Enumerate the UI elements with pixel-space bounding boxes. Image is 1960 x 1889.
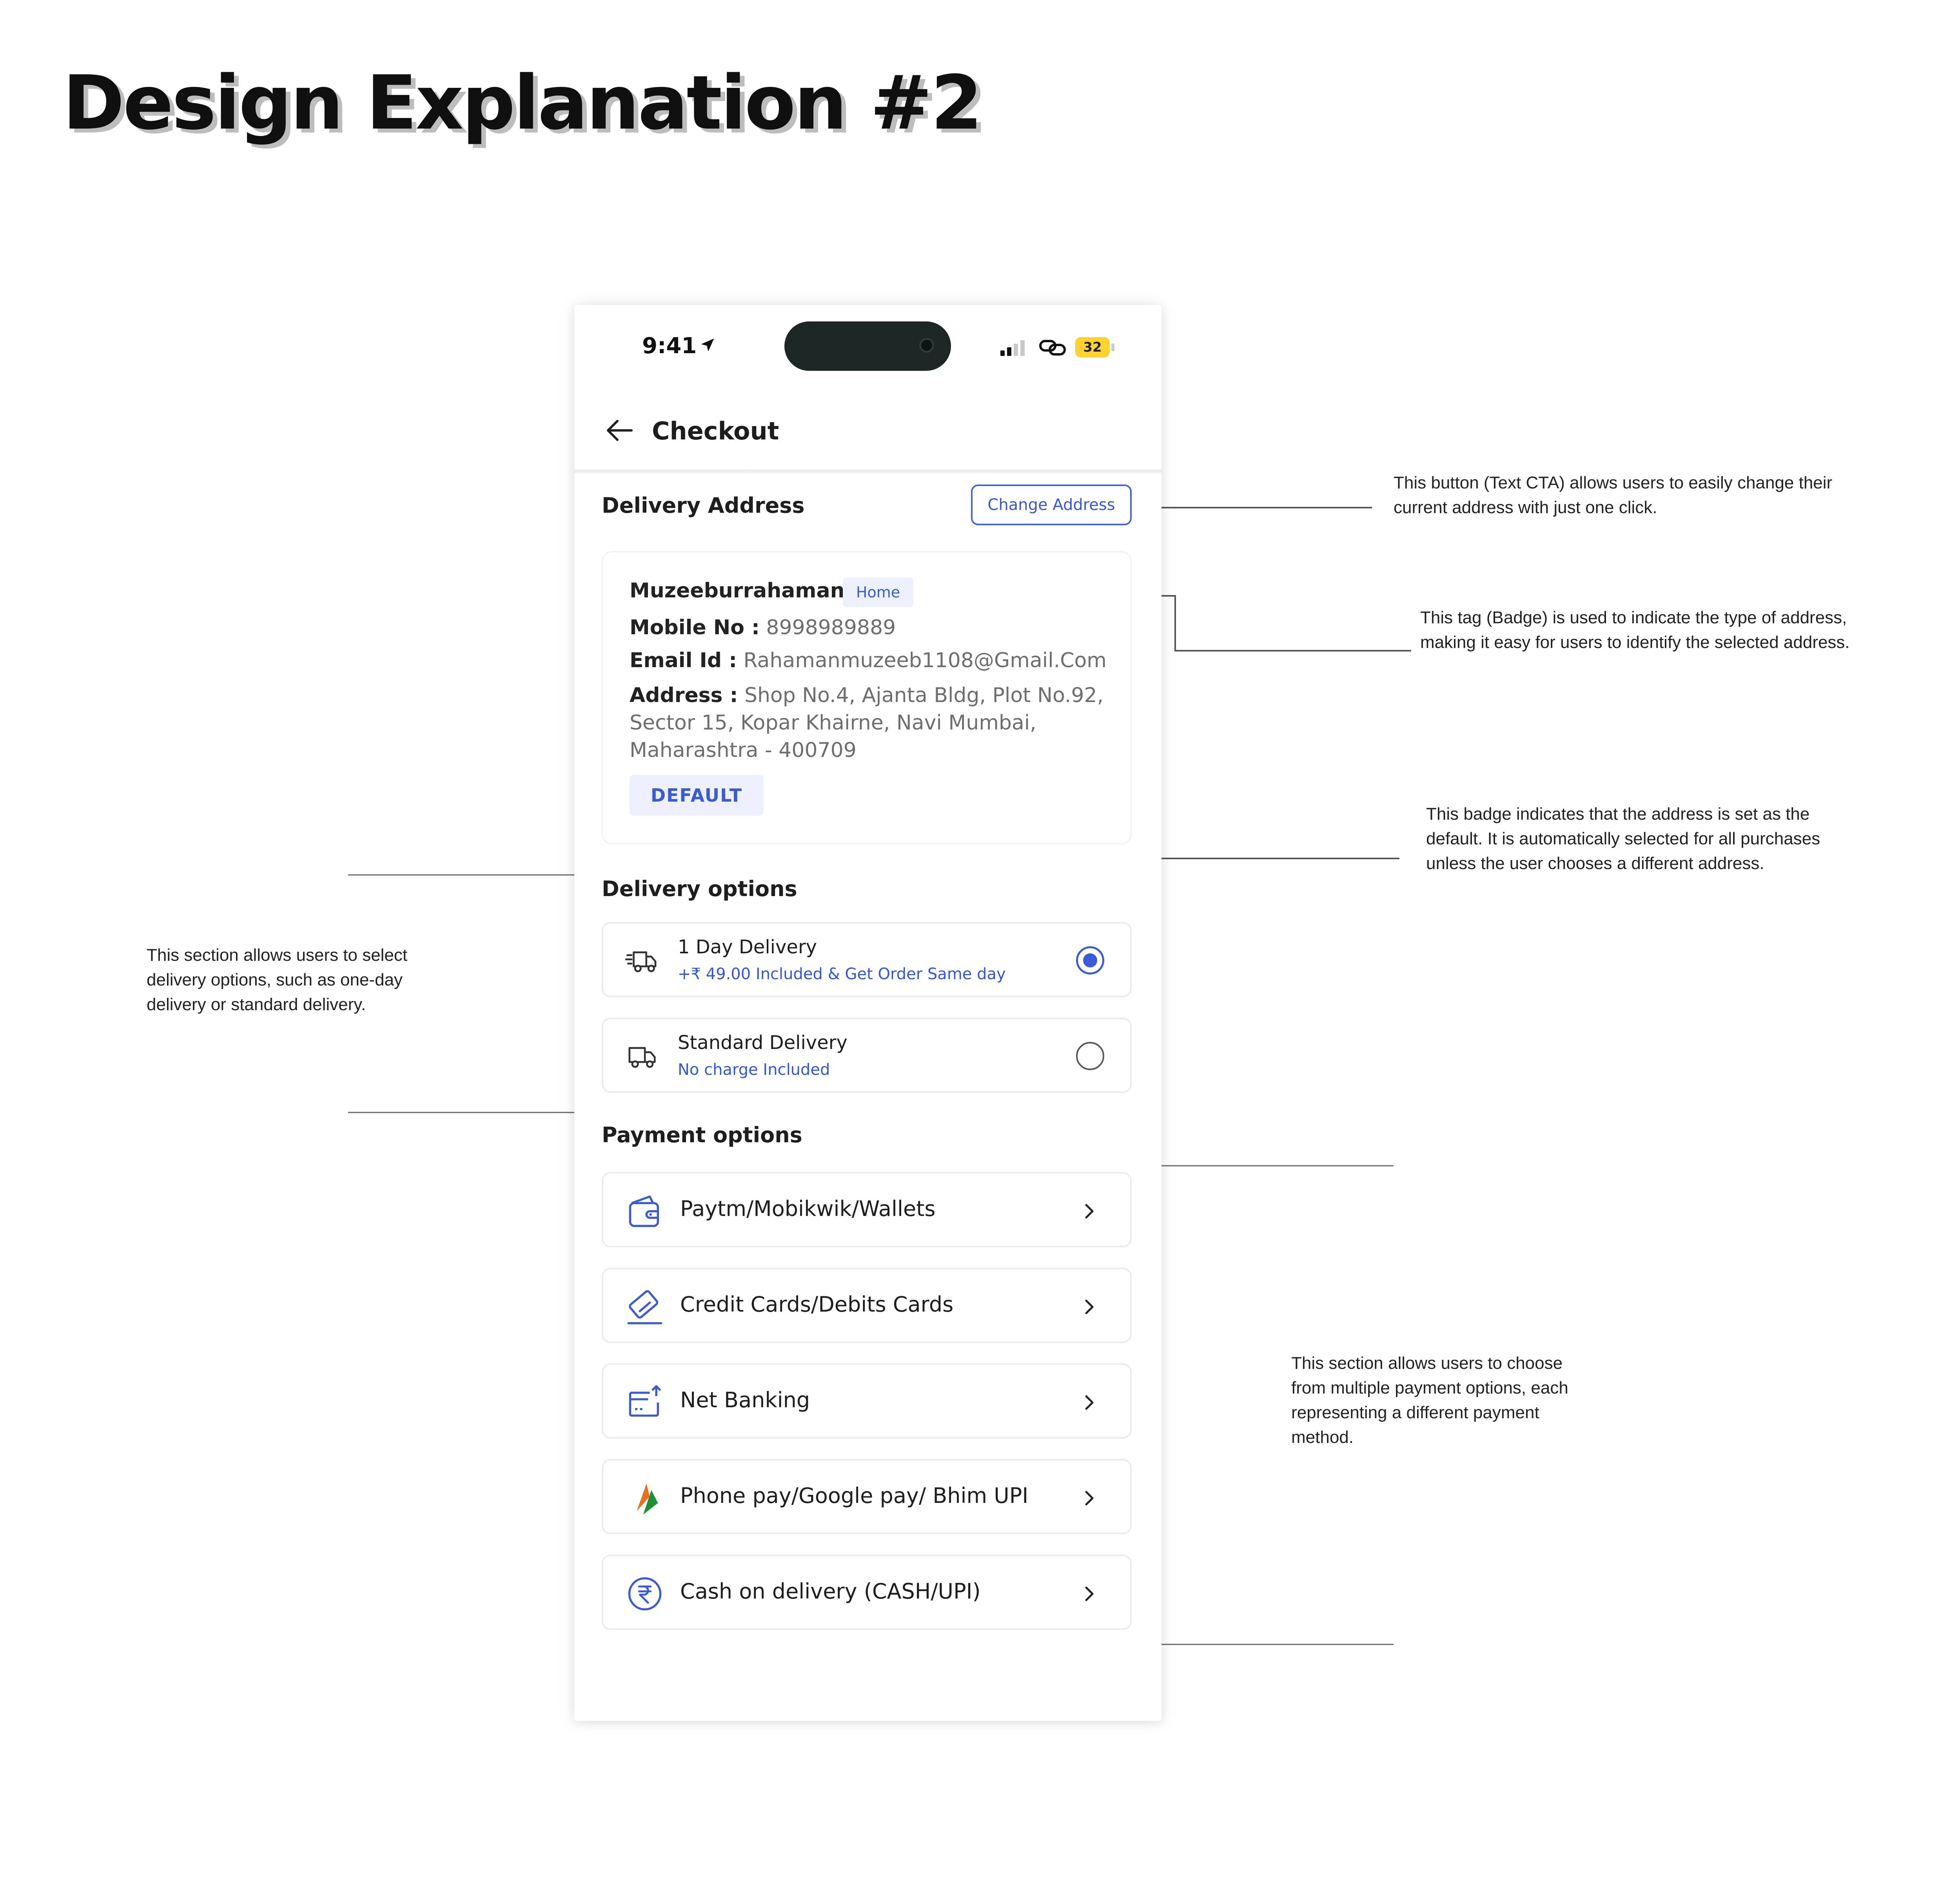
payment-options-title: Payment options — [602, 1123, 802, 1147]
battery-tip — [1111, 343, 1114, 351]
mobile-line: Mobile No : 8998989889 — [630, 616, 896, 639]
annotation-delivery-section: This section allows users to select deli… — [147, 945, 408, 1014]
location-arrow-icon — [701, 338, 714, 352]
status-time: 9:41 — [642, 333, 697, 359]
delivery-option-one-day[interactable]: 1 Day Delivery +₹ 49.00 Included & Get O… — [602, 922, 1132, 997]
radio-unselected[interactable] — [1076, 1042, 1104, 1070]
signal-icon — [1000, 340, 1025, 356]
phone-screen: 9:41 32 Checkout Delivery Address Change… — [574, 305, 1161, 1721]
upi-icon — [637, 1483, 658, 1515]
annotation-payment-section: This section allows users to choose from… — [1291, 1354, 1568, 1447]
email-line: Email Id : Rahamanmuzeeb1108@Gmail.Com — [630, 649, 1107, 672]
home-badge: Home — [843, 577, 913, 607]
page-title: Design Explanation #2 — [63, 60, 983, 146]
annotation-default-badge: This badge indicates that the address is… — [1426, 804, 1820, 873]
delivery-options-title: Delivery options — [602, 876, 797, 901]
chevron-right-icon — [1085, 1395, 1094, 1410]
payment-option-label: Cash on delivery (CASH/UPI) — [680, 1579, 981, 1604]
battery-icon: 32 — [1075, 337, 1118, 357]
email-value: Rahamanmuzeeb1108@Gmail.Com — [743, 649, 1107, 672]
camera-dot — [919, 338, 934, 353]
address-name: Muzeeburrahaman — [630, 579, 845, 602]
delivery-address-title: Delivery Address — [602, 493, 805, 518]
payment-option-label: Phone pay/Google pay/ Bhim UPI — [680, 1483, 1029, 1508]
delivery-option-title: Standard Delivery — [678, 1032, 848, 1054]
bank-transfer-icon — [629, 1385, 661, 1417]
battery-level: 32 — [1083, 339, 1102, 355]
payment-option-net-banking[interactable]: Net Banking — [602, 1363, 1132, 1439]
payment-option-cards[interactable]: Credit Cards/Debits Cards — [602, 1268, 1132, 1343]
address-line: Address : Shop No.4, Ajanta Bldg, Plot N… — [630, 682, 1112, 764]
email-label: Email Id : — [630, 649, 737, 672]
mobile-label: Mobile No : — [630, 616, 760, 639]
delivery-option-subtitle: +₹ 49.00 Included & Get Order Same day — [678, 965, 1006, 983]
fast-truck-icon — [625, 951, 657, 973]
chevron-right-icon — [1085, 1204, 1094, 1219]
address-card[interactable]: Muzeeburrahaman Home Mobile No : 8998989… — [602, 551, 1132, 844]
annotation-change-address: This button (Text CTA) allows users to e… — [1394, 473, 1833, 517]
chevron-right-icon — [1085, 1586, 1094, 1601]
wallet-icon — [629, 1195, 659, 1227]
annotation-home-tag: This tag (Badge) is used to indicate the… — [1420, 608, 1850, 652]
default-badge: DEFAULT — [630, 775, 764, 816]
chevron-right-icon — [1085, 1491, 1094, 1506]
delivery-option-title: 1 Day Delivery — [678, 936, 817, 958]
mobile-value: 8998989889 — [766, 616, 896, 639]
payment-option-label: Credit Cards/Debits Cards — [680, 1292, 954, 1317]
delivery-option-standard[interactable]: Standard Delivery No charge Included — [602, 1018, 1132, 1093]
link-icon — [1039, 340, 1066, 356]
truck-icon — [628, 1047, 656, 1068]
rupee-icon — [628, 1577, 662, 1611]
radio-selected[interactable] — [1076, 946, 1104, 974]
address-label: Address : — [630, 684, 738, 707]
card-icon — [627, 1290, 662, 1325]
payment-option-label: Net Banking — [680, 1388, 810, 1412]
payment-option-wallets[interactable]: Paytm/Mobikwik/Wallets — [602, 1172, 1132, 1247]
payment-option-cod[interactable]: Cash on delivery (CASH/UPI) — [602, 1555, 1132, 1630]
arrow-left-icon[interactable] — [606, 419, 633, 442]
change-address-button[interactable]: Change Address — [971, 484, 1132, 525]
header-divider — [574, 470, 1161, 474]
chevron-right-icon — [1085, 1299, 1094, 1314]
delivery-option-subtitle: No charge Included — [678, 1061, 830, 1079]
header-title: Checkout — [652, 417, 779, 445]
payment-option-upi[interactable]: Phone pay/Google pay/ Bhim UPI — [602, 1459, 1132, 1534]
payment-option-label: Paytm/Mobikwik/Wallets — [680, 1196, 936, 1221]
